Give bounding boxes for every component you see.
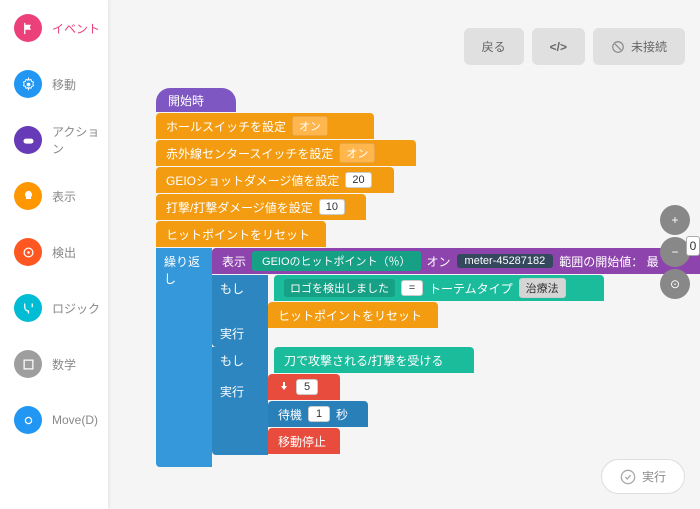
connection-button[interactable]: 未接続 xyxy=(593,28,685,65)
disconnected-icon xyxy=(611,40,625,54)
reset-hp-block[interactable]: ヒットポイントをリセット xyxy=(156,221,326,247)
eq-op: = xyxy=(401,280,423,296)
cat-action[interactable]: アクション xyxy=(0,112,108,168)
cat-event[interactable]: イベント xyxy=(0,0,108,56)
exec-label: 実行 xyxy=(220,325,260,342)
if-block-2[interactable]: もし実行 刀で攻撃される/打撃を受ける 5 待機1秒 移動停止 xyxy=(212,347,700,455)
topbar: 戻る </> 未接続 xyxy=(464,28,685,65)
cat-label: 移動 xyxy=(52,76,76,93)
stop-move-block[interactable]: 移動停止 xyxy=(268,428,340,454)
target-icon xyxy=(14,238,42,266)
cat-move[interactable]: 移動 xyxy=(0,56,108,112)
cat-math[interactable]: 数学 xyxy=(0,336,108,392)
cat-label: アクション xyxy=(52,123,108,157)
condition-logo-detected[interactable]: ロゴを検出しました = トーテムタイプ 治療法 xyxy=(274,275,604,301)
value-input[interactable]: 20 xyxy=(345,172,371,188)
gear-icon xyxy=(14,406,42,434)
meter-dropdown[interactable]: meter-45287182 xyxy=(457,254,554,268)
hp-reporter[interactable]: GEIOのヒットポイント（％） xyxy=(252,251,421,271)
flag-icon xyxy=(14,14,42,42)
cat-label: Move(D) xyxy=(52,413,98,427)
block-stack[interactable]: 開始時 ホールスイッチを設定オン 赤外線センタースイッチを設定オン GEIOショ… xyxy=(156,88,700,467)
if-label: もし xyxy=(220,280,260,297)
value-input[interactable]: 1 xyxy=(308,406,330,422)
back-button[interactable]: 戻る xyxy=(464,28,524,65)
cat-detect[interactable]: 検出 xyxy=(0,224,108,280)
hat-block[interactable]: 開始時 xyxy=(156,88,236,112)
wait-block[interactable]: 待機1秒 xyxy=(268,401,368,427)
cat-display[interactable]: 表示 xyxy=(0,168,108,224)
workspace[interactable]: 開始時 ホールスイッチを設定オン 赤外線センタースイッチを設定オン GEIOショ… xyxy=(108,0,700,509)
dropdown-on[interactable]: オン xyxy=(339,143,375,163)
cat-logic[interactable]: ロジック xyxy=(0,280,108,336)
zoom-center-button[interactable]: ⊙ xyxy=(660,269,690,299)
gamepad-icon xyxy=(14,126,42,154)
cat-label: ロジック xyxy=(52,300,100,317)
math-icon xyxy=(14,350,42,378)
forever-loop-block[interactable]: 繰り返し 表示 GEIOのヒットポイント（％） オン meter-4528718… xyxy=(156,248,700,467)
value-input[interactable]: 10 xyxy=(319,199,345,215)
zoom-in-button[interactable]: + xyxy=(660,205,690,235)
cat-label: 表示 xyxy=(52,188,76,205)
category-sidebar: イベント 移動 アクション 表示 検出 ロジック 数学 Move(D) xyxy=(0,0,108,509)
set-hall-switch-block[interactable]: ホールスイッチを設定オン xyxy=(156,113,374,139)
set-ir-switch-block[interactable]: 赤外線センタースイッチを設定オン xyxy=(156,140,416,166)
gear-icon xyxy=(14,70,42,98)
dropdown-on[interactable]: オン xyxy=(292,116,328,136)
display-block[interactable]: 表示 GEIOのヒットポイント（％） オン meter-45287182 範囲の… xyxy=(212,248,700,274)
decrement-block[interactable]: 5 xyxy=(268,374,340,400)
if-block-1[interactable]: もし実行 ロゴを検出しました = トーテムタイプ 治療法 ヒットポイントをリセッ… xyxy=(212,275,700,347)
set-strike-damage-block[interactable]: 打撃/打撃ダメージ値を設定10 xyxy=(156,194,366,220)
exec-label: 実行 xyxy=(220,383,260,400)
cat-label: 数学 xyxy=(52,356,76,373)
branch-icon xyxy=(14,294,42,322)
check-icon xyxy=(620,469,636,485)
if-label: もし xyxy=(220,352,260,369)
logo-detected-reporter[interactable]: ロゴを検出しました xyxy=(284,279,395,297)
code-button[interactable]: </> xyxy=(532,28,585,65)
run-button[interactable]: 実行 xyxy=(601,459,685,494)
value-input[interactable]: 5 xyxy=(296,379,318,395)
cat-label: イベント xyxy=(52,20,100,37)
edge-value[interactable]: 0 xyxy=(686,236,700,256)
cat-moved[interactable]: Move(D) xyxy=(0,392,108,448)
bulb-icon xyxy=(14,182,42,210)
heal-dropdown[interactable]: 治療法 xyxy=(519,278,566,298)
condition-sword-attack[interactable]: 刀で攻撃される/打撃を受ける xyxy=(274,347,474,373)
loop-label: 繰り返し xyxy=(164,253,204,287)
reset-hp-block-2[interactable]: ヒットポイントをリセット xyxy=(268,302,438,328)
down-arrow-icon xyxy=(278,380,290,395)
set-shot-damage-block[interactable]: GEIOショットダメージ値を設定20 xyxy=(156,167,394,193)
cat-label: 検出 xyxy=(52,244,76,261)
